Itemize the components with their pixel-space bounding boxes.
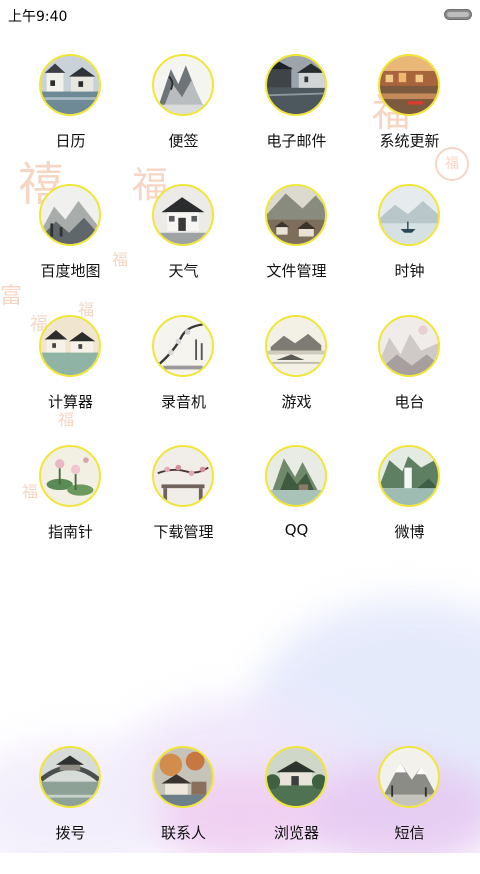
- app-label: 时钟: [394, 262, 425, 280]
- app-label: 电台: [394, 393, 425, 411]
- autumn-village-painting-icon: [152, 746, 214, 808]
- waterfall-painting-icon: [378, 445, 440, 507]
- app-label: 录音机: [160, 393, 206, 411]
- app-email[interactable]: 电子邮件: [240, 54, 353, 182]
- app-weather[interactable]: 天气: [127, 184, 240, 312]
- app-qq[interactable]: QQ: [240, 445, 353, 573]
- app-notes[interactable]: 便签: [127, 54, 240, 182]
- green-mountain-painting-icon: [265, 445, 327, 507]
- app-label: 联系人: [160, 824, 206, 842]
- dock-app-contacts[interactable]: 联系人: [127, 746, 240, 874]
- app-label: 电子邮件: [266, 132, 327, 150]
- app-label: 系统更新: [379, 132, 440, 150]
- blossom-branch-painting-icon: [152, 445, 214, 507]
- water-town-painting-icon: [39, 54, 101, 116]
- garden-pavilion-painting-icon: [265, 746, 327, 808]
- app-label: 指南针: [47, 523, 93, 541]
- ink-house-painting-icon: [152, 184, 214, 246]
- stone-bridge-painting-icon: [39, 746, 101, 808]
- snowy-mountain-painting-icon: [378, 746, 440, 808]
- app-calculator[interactable]: 计算器: [14, 315, 127, 443]
- app-radio[interactable]: 电台: [353, 315, 466, 443]
- status-time: 上午9:40: [8, 9, 68, 25]
- app-games[interactable]: 游戏: [240, 315, 353, 443]
- lotus-pond-painting-icon: [39, 445, 101, 507]
- app-label: 游戏: [281, 393, 312, 411]
- status-bar: 上午9:40: [0, 0, 480, 28]
- app-label: 百度地图: [40, 262, 101, 280]
- app-label: 短信: [394, 824, 425, 842]
- app-baidu-map[interactable]: 百度地图: [14, 184, 127, 312]
- riverside-town-painting-icon: [39, 315, 101, 377]
- ink-mountain-painting-icon: [152, 54, 214, 116]
- plum-blossom-calligraphy-icon: [152, 315, 214, 377]
- app-system-update[interactable]: 系统更新: [353, 54, 466, 182]
- canal-town-painting-icon: [265, 54, 327, 116]
- misty-lake-boat-painting-icon: [378, 184, 440, 246]
- misty-hills-painting-icon: [39, 184, 101, 246]
- app-download-manager[interactable]: 下载管理: [127, 445, 240, 573]
- dock-app-phone[interactable]: 拨号: [14, 746, 127, 874]
- app-clock[interactable]: 时钟: [353, 184, 466, 312]
- app-label: 浏览器: [273, 824, 319, 842]
- app-label: 微博: [394, 523, 425, 541]
- ink-landscape-painting-icon: [265, 315, 327, 377]
- app-calendar[interactable]: 日历: [14, 54, 127, 182]
- mountain-village-painting-icon: [265, 184, 327, 246]
- app-label: 天气: [168, 262, 199, 280]
- app-compass[interactable]: 指南针: [14, 445, 127, 573]
- app-label: 拨号: [55, 824, 86, 842]
- app-label: 下载管理: [153, 523, 214, 541]
- app-label: 日历: [55, 132, 86, 150]
- app-label: 计算器: [47, 393, 93, 411]
- app-label: QQ: [284, 521, 309, 539]
- app-label: 便签: [168, 132, 199, 150]
- sunset-river-painting-icon: [378, 54, 440, 116]
- battery-icon: [444, 9, 472, 20]
- pale-valley-painting-icon: [378, 315, 440, 377]
- app-weibo[interactable]: 微博: [353, 445, 466, 573]
- app-file-manager[interactable]: 文件管理: [240, 184, 353, 312]
- app-label: 文件管理: [266, 262, 327, 280]
- dock-app-messages[interactable]: 短信: [353, 746, 466, 874]
- app-recorder[interactable]: 录音机: [127, 315, 240, 443]
- dock-app-browser[interactable]: 浏览器: [240, 746, 353, 874]
